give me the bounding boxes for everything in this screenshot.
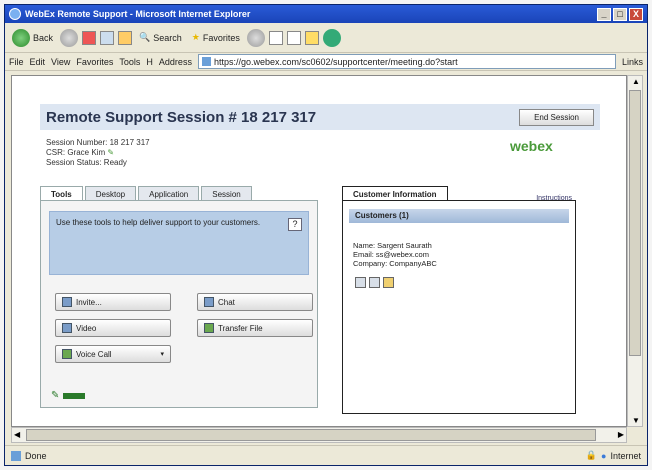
- print-icon[interactable]: [286, 30, 301, 45]
- menu-help[interactable]: H: [146, 57, 153, 67]
- browser-toolbar: Back 🔍 Search ★ Favorites: [5, 23, 647, 53]
- search-icon: 🔍: [139, 32, 151, 42]
- session-title: Remote Support Session # 18 217 317: [46, 108, 317, 126]
- scroll-down-arrow-icon[interactable]: ▼: [632, 416, 640, 425]
- forward-arrow-icon[interactable]: [60, 28, 79, 47]
- history-icon[interactable]: [246, 28, 265, 47]
- lock-icon: 🔒: [585, 450, 598, 460]
- refresh-icon[interactable]: [100, 30, 115, 45]
- csr-name: CSR: Grace Kim ✎: [46, 148, 115, 157]
- customers-header: Customers (1): [349, 209, 569, 223]
- window-title: WebEx Remote Support - Microsoft Interne…: [25, 9, 251, 19]
- close-button[interactable]: X: [629, 7, 643, 21]
- help-text: Use these tools to help deliver support …: [56, 218, 261, 227]
- transfer-file-icon: [204, 323, 214, 333]
- address-bar: File Edit View Favorites Tools H Address…: [5, 53, 647, 71]
- address-input[interactable]: https://go.webex.com/sc0602/supportcente…: [197, 54, 616, 69]
- status-text: Done: [25, 450, 47, 461]
- customer-details: Name: Sargent Saurath Email: ss@webex.co…: [353, 241, 437, 268]
- pencil-icon[interactable]: ✎: [107, 148, 114, 157]
- vertical-scroll-thumb[interactable]: [629, 90, 641, 356]
- back-button[interactable]: Back: [9, 27, 56, 49]
- help-box: Use these tools to help deliver support …: [49, 211, 309, 275]
- customer-company: Company: CompanyABC: [353, 259, 437, 268]
- invite-icon: [62, 297, 72, 307]
- menu-tools[interactable]: Tools: [119, 57, 140, 67]
- menu-view[interactable]: View: [51, 57, 70, 67]
- menu-favorites[interactable]: Favorites: [76, 57, 113, 67]
- chat-icon: [204, 297, 214, 307]
- security-zone: 🔒 ● Internet: [585, 450, 641, 461]
- end-session-button[interactable]: End Session: [519, 108, 594, 126]
- home-icon[interactable]: [118, 30, 133, 45]
- menu-file[interactable]: File: [9, 57, 24, 67]
- voice-call-button[interactable]: Voice Call ▾: [55, 345, 171, 363]
- video-icon: [62, 323, 72, 333]
- customer-actions: [355, 277, 394, 288]
- vertical-scrollbar[interactable]: ▲ ▼: [627, 75, 643, 427]
- search-button[interactable]: 🔍 Search: [136, 30, 185, 45]
- invite-button[interactable]: Invite...: [55, 293, 171, 311]
- share-icon[interactable]: [383, 277, 394, 288]
- scroll-up-arrow-icon[interactable]: ▲: [632, 77, 640, 86]
- tools-panel: Use these tools to help deliver support …: [40, 200, 318, 408]
- horizontal-scroll-thumb[interactable]: [26, 429, 596, 441]
- customer-email: Email: ss@webex.com: [353, 250, 429, 259]
- messenger-icon[interactable]: [322, 28, 341, 47]
- session-number: Session Number: 18 217 317: [46, 138, 150, 147]
- chevron-down-icon[interactable]: ▾: [160, 350, 164, 358]
- computer-icon[interactable]: [355, 277, 366, 288]
- session-header: Remote Support Session # 18 217 317 End …: [40, 104, 600, 130]
- status-bar: Done 🔒 ● Internet: [5, 445, 647, 465]
- session-status: Session Status: Ready: [46, 158, 127, 167]
- minimize-button[interactable]: _: [597, 7, 611, 21]
- status-indicator: ✎: [51, 390, 86, 401]
- help-icon[interactable]: ?: [288, 218, 302, 231]
- signal-bar-icon: [63, 392, 86, 399]
- scroll-left-arrow-icon[interactable]: ◀: [14, 430, 20, 439]
- page-viewport: Remote Support Session # 18 217 317 End …: [11, 75, 627, 427]
- star-icon: ★: [191, 32, 200, 42]
- back-arrow-icon: [12, 28, 30, 47]
- person-icon[interactable]: [369, 277, 380, 288]
- address-label: Address: [158, 56, 192, 67]
- page-icon: [201, 57, 211, 66]
- ie-icon: [9, 8, 21, 20]
- maximize-button[interactable]: □: [613, 7, 627, 21]
- transfer-file-button[interactable]: Transfer File: [197, 319, 313, 337]
- video-button[interactable]: Video: [55, 319, 171, 337]
- pencil-icon: ✎: [51, 390, 60, 401]
- globe-icon: ●: [601, 450, 607, 461]
- favorites-button[interactable]: ★ Favorites: [189, 30, 243, 45]
- horizontal-scrollbar[interactable]: ◀ ▶: [11, 427, 627, 443]
- browser-window: WebEx Remote Support - Microsoft Interne…: [4, 4, 648, 466]
- title-bar: WebEx Remote Support - Microsoft Interne…: [5, 5, 647, 23]
- edit-icon[interactable]: [304, 30, 319, 45]
- links-label[interactable]: Links: [622, 57, 643, 67]
- menu-edit[interactable]: Edit: [30, 57, 46, 67]
- phone-icon: [62, 349, 72, 359]
- scroll-right-arrow-icon[interactable]: ▶: [618, 430, 624, 439]
- customer-panel: Customers (1) Name: Sargent Saurath Emai…: [342, 200, 576, 414]
- mail-icon[interactable]: [268, 30, 283, 45]
- stop-icon[interactable]: [82, 30, 97, 45]
- webex-logo: webex: [510, 138, 553, 154]
- chat-button[interactable]: Chat: [197, 293, 313, 311]
- customer-name: Name: Sargent Saurath: [353, 241, 432, 250]
- page-done-icon: [11, 450, 21, 461]
- session-info: Session Number: 18 217 317 CSR: Grace Ki…: [46, 138, 150, 168]
